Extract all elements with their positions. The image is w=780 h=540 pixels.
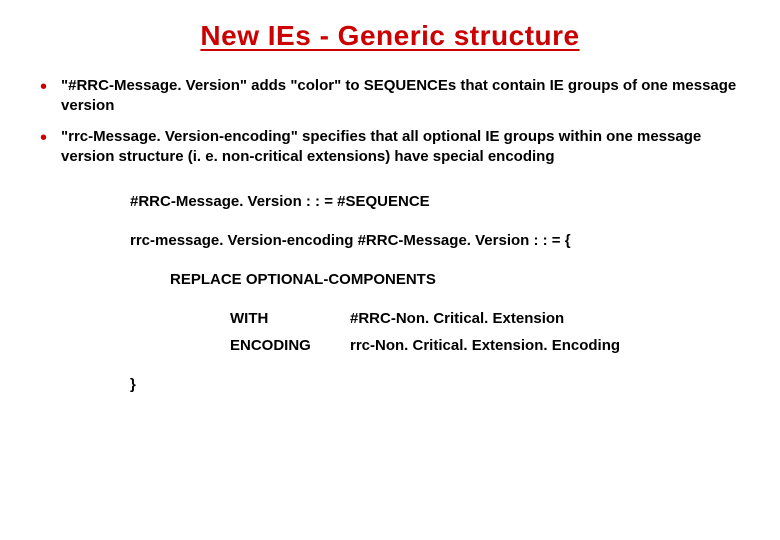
bullet-text: "#RRC-Message. Version" adds "color" to … [61, 76, 740, 117]
code-block: #RRC-Message. Version : : = #SEQUENCE rr… [130, 191, 740, 395]
bullet-text: "rrc-Message. Version-encoding" specifie… [61, 127, 740, 168]
bullet-icon: • [40, 77, 47, 97]
code-keyword: ENCODING [230, 335, 350, 356]
bullet-icon: • [40, 128, 47, 148]
code-line: } [130, 374, 740, 395]
slide-title: New IEs - Generic structure [40, 20, 740, 52]
code-line: #RRC-Message. Version : : = #SEQUENCE [130, 191, 740, 212]
code-value: rrc-Non. Critical. Extension. Encoding [350, 335, 620, 356]
code-keyword: WITH [230, 308, 350, 329]
bullet-list: • "#RRC-Message. Version" adds "color" t… [40, 76, 740, 167]
code-line: rrc-message. Version-encoding #RRC-Messa… [130, 230, 740, 251]
code-line: REPLACE OPTIONAL-COMPONENTS [130, 269, 740, 290]
code-line: WITH #RRC-Non. Critical. Extension [130, 308, 740, 329]
slide: New IEs - Generic structure • "#RRC-Mess… [0, 0, 780, 433]
code-line: ENCODING rrc-Non. Critical. Extension. E… [130, 335, 740, 356]
bullet-item: • "#RRC-Message. Version" adds "color" t… [40, 76, 740, 117]
code-value: #RRC-Non. Critical. Extension [350, 308, 564, 329]
bullet-item: • "rrc-Message. Version-encoding" specif… [40, 127, 740, 168]
